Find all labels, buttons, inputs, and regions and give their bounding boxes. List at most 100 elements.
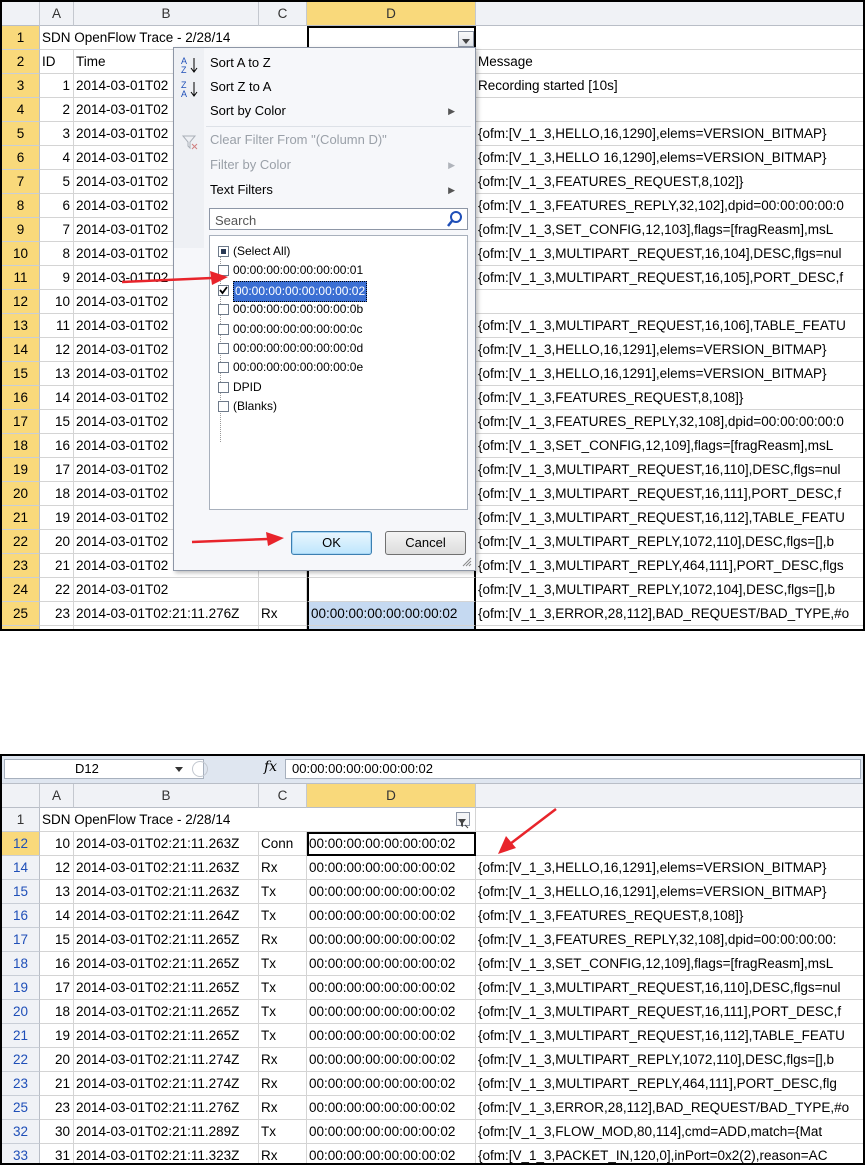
column-header-a[interactable]: A	[40, 2, 74, 26]
id-cell[interactable]: 16	[40, 434, 74, 458]
message-cell[interactable]: {ofm:[V_1_3,MULTIPART_REQUEST,16,106],TA…	[476, 314, 863, 338]
row-header[interactable]: 32	[2, 1120, 40, 1144]
message-cell[interactable]: {ofm:[V_1_3,MULTIPART_REPLY,1072,110],DE…	[476, 1048, 863, 1072]
cancel-button[interactable]: Cancel	[385, 531, 466, 555]
message-cell[interactable]: {ofm:[V_1_3,ERROR,28,112],BAD_REQUEST/BA…	[476, 1096, 863, 1120]
message-cell[interactable]: {ofm:[V_1_3,FEATURES_REPLY,32,108],dpid=…	[476, 410, 863, 434]
search-input[interactable]	[213, 210, 442, 230]
resize-grip-icon[interactable]	[462, 557, 472, 567]
direction-cell[interactable]: Rx	[259, 626, 307, 629]
direction-cell[interactable]: Tx	[259, 904, 307, 928]
id-cell[interactable]: 9	[40, 266, 74, 290]
direction-cell[interactable]: Tx	[259, 1024, 307, 1048]
message-cell[interactable]: {ofm:[V_1_3,MULTIPART_REPLY,464,111],POR…	[476, 1072, 863, 1096]
function-icon[interactable]: fx	[264, 759, 277, 775]
time-cell[interactable]: 2014-03-01T02:21:11.274Z	[74, 1072, 259, 1096]
message-cell[interactable]: {ofm:[V_1_3,MULTIPART_REQUEST,16,110],DE…	[476, 976, 863, 1000]
checkbox[interactable]	[218, 323, 229, 335]
row-header[interactable]: 2	[2, 50, 40, 74]
id-cell[interactable]: 7	[40, 218, 74, 242]
checkbox[interactable]	[218, 381, 229, 393]
menu-item-sort-by-color[interactable]: Sort by Color ▶	[210, 100, 465, 122]
message-cell[interactable]: {ofm:[V_1_3,ERROR,28,112],BAD_REQUEST/BA…	[476, 602, 863, 626]
formula-input[interactable]: 00:00:00:00:00:00:00:02	[285, 759, 861, 779]
id-cell[interactable]: 18	[40, 1000, 74, 1024]
id-cell[interactable]: 20	[40, 530, 74, 554]
row-header[interactable]: 18	[2, 434, 40, 458]
direction-cell[interactable]: Rx	[259, 856, 307, 880]
row-header[interactable]: 8	[2, 194, 40, 218]
row-header[interactable]: 17	[2, 410, 40, 434]
id-cell[interactable]: 23	[40, 1096, 74, 1120]
id-cell[interactable]: 13	[40, 880, 74, 904]
id-cell[interactable]: 8	[40, 242, 74, 266]
checkbox[interactable]	[218, 343, 229, 354]
column-d-header-cell[interactable]	[307, 808, 476, 832]
filter-value-list[interactable]: (Select All) 00:00:00:00:00:00:00:01 00:00…	[209, 235, 468, 510]
id-cell[interactable]: 6	[40, 194, 74, 218]
direction-cell[interactable]: Rx	[259, 928, 307, 952]
message-cell[interactable]: {ofm:[V_1_3,MULTIPART_REPLY,1072,110],DE…	[476, 530, 863, 554]
select-all-corner[interactable]	[2, 784, 40, 808]
checkbox[interactable]	[218, 401, 229, 413]
direction-cell[interactable]: Conn	[259, 832, 307, 856]
time-cell[interactable]: 2014-03-01T02:21:11.323Z	[74, 1144, 259, 1163]
formula-bar-resize-icon[interactable]	[192, 761, 208, 777]
message-cell[interactable]: {ofm:[V_1_3,HELLO 16,1290],elems=VERSION…	[476, 146, 863, 170]
row-header[interactable]: 21	[2, 1024, 40, 1048]
row-header[interactable]: 6	[2, 146, 40, 170]
row-header[interactable]: 19	[2, 458, 40, 482]
id-cell[interactable]: 1	[40, 74, 74, 98]
time-cell[interactable]: 2014-03-01T02:21:11.274Z	[74, 1048, 259, 1072]
message-cell[interactable]: {ofm:[V_1_3,MULTIPART_REQUEST,16,111],PO…	[476, 1000, 863, 1024]
time-cell[interactable]: 2014-03-01T02:21:11.276Z	[74, 1096, 259, 1120]
time-cell[interactable]: 2014-03-01T02:21:11.263Z	[74, 880, 259, 904]
message-cell[interactable]: {ofm:[V_1_3,MULTIPART_REQUEST,16,104],DE…	[476, 242, 863, 266]
row-header[interactable]: 25	[2, 1096, 40, 1120]
column-header-d[interactable]: D	[307, 784, 476, 808]
id-cell[interactable]: 14	[40, 386, 74, 410]
row-header[interactable]: 23	[2, 1072, 40, 1096]
message-cell[interactable]: {ofm:[V_1_3,MULTIPART_REQUEST,16,112],TA…	[476, 1024, 863, 1048]
dpid-cell[interactable]: 00:00:00:00:00:00:00:02	[307, 952, 476, 976]
message-cell[interactable]: {ofm:[V_1_3,HELLO,16,1290],elems=VERSION…	[476, 122, 863, 146]
dpid-cell[interactable]: 00:00:00:00:00:00:00:01	[307, 626, 476, 629]
id-cell[interactable]: 21	[40, 1072, 74, 1096]
dpid-cell[interactable]: 00:00:00:00:00:00:00:02	[307, 1144, 476, 1163]
filter-search-box[interactable]	[209, 208, 468, 230]
active-cell-d12[interactable]: 00:00:00:00:00:00:00:02	[307, 832, 476, 856]
message-cell[interactable]: {ofm:[V_1_3,MULTIPART_REQUEST,16,105],PO…	[476, 266, 863, 290]
row-header[interactable]: 20	[2, 1000, 40, 1024]
row-header[interactable]: 25	[2, 602, 40, 626]
time-cell[interactable]: 2014-03-01T02	[74, 578, 259, 602]
time-cell[interactable]: 2014-03-01T02:21:11.289Z	[74, 1120, 259, 1144]
time-cell[interactable]: 2014-03-01T02:21:11.265Z	[74, 1000, 259, 1024]
row-header[interactable]: 1	[2, 808, 40, 832]
id-cell[interactable]: 19	[40, 506, 74, 530]
dpid-cell[interactable]: 00:00:00:00:00:00:00:02	[307, 1000, 476, 1024]
row-header[interactable]: 11	[2, 266, 40, 290]
row-header[interactable]: 15	[2, 880, 40, 904]
id-cell[interactable]: 11	[40, 314, 74, 338]
checkbox[interactable]	[218, 304, 229, 316]
row-header[interactable]: 26	[2, 626, 40, 629]
row-header[interactable]: 33	[2, 1144, 40, 1163]
id-cell[interactable]: 14	[40, 904, 74, 928]
direction-cell[interactable]	[259, 578, 307, 602]
time-cell[interactable]: 2014-03-01T02:21:11.265Z	[74, 952, 259, 976]
row-header[interactable]: 15	[2, 362, 40, 386]
id-cell[interactable]: 30	[40, 1120, 74, 1144]
menu-item-sort-a-z[interactable]: Sort A to Z	[210, 52, 271, 74]
time-cell[interactable]: 2014-03-01T02:21:11.263Z	[74, 832, 259, 856]
column-header-e[interactable]	[476, 2, 863, 26]
sheet-title[interactable]: SDN OpenFlow Trace - 2/28/14	[40, 808, 307, 832]
id-cell[interactable]: 17	[40, 976, 74, 1000]
row-header[interactable]: 3	[2, 74, 40, 98]
message-cell[interactable]: {ofm:[V_1_3,MULTIPART_REQUEST,16,112],TA…	[476, 506, 863, 530]
direction-cell[interactable]: Rx	[259, 1096, 307, 1120]
direction-cell[interactable]: Rx	[259, 602, 307, 626]
ok-button[interactable]: OK	[291, 531, 372, 555]
message-cell[interactable]: {ofm:[V_1_3,FEATURES_REQUEST,8,108]}	[476, 904, 863, 928]
dpid-cell[interactable]: 00:00:00:00:00:00:00:02	[307, 904, 476, 928]
menu-item-sort-z-a[interactable]: Sort Z to A	[210, 76, 271, 98]
